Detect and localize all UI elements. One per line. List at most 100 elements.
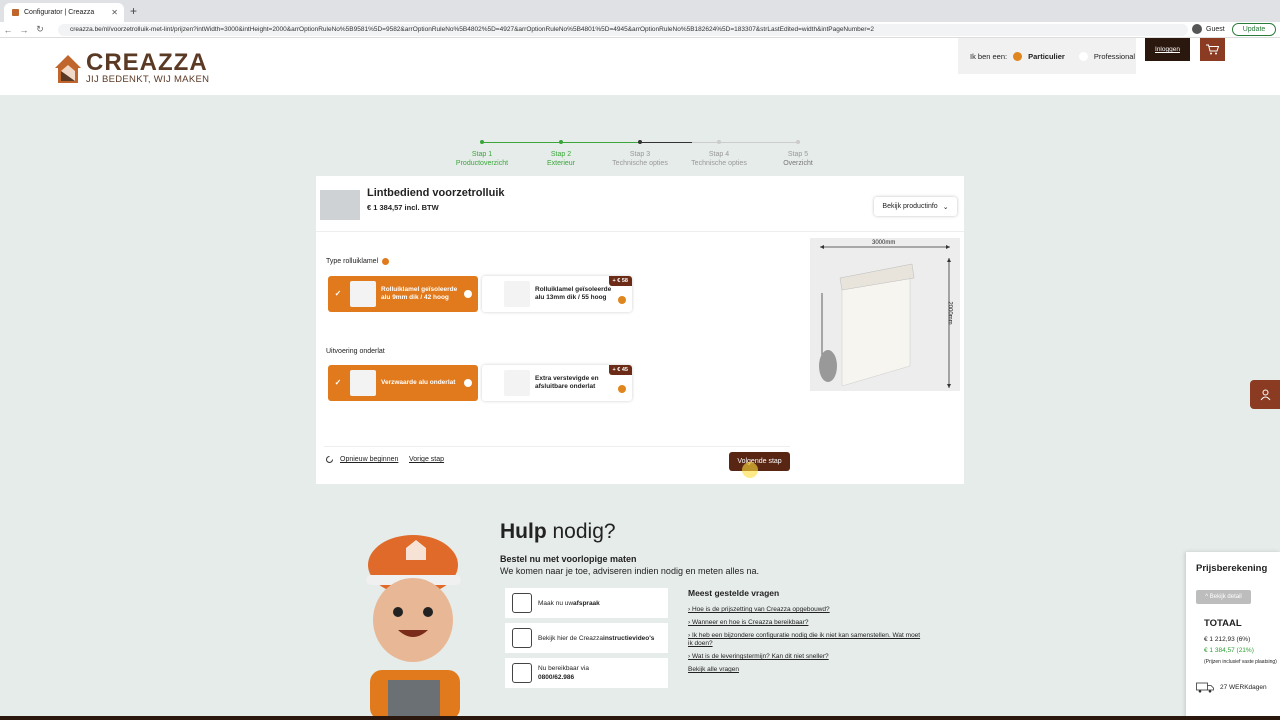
phone-icon (512, 663, 532, 683)
slat-option-13mm-label: Rolluiklamel geïsoleerde alu 13mm dik / … (535, 286, 612, 301)
user-type-label: Ik ben een: (970, 51, 1008, 61)
help-title: Hulp nodig? (500, 520, 616, 544)
step-2-name: Stap 2 (550, 151, 572, 158)
step-2[interactable]: Stap 2 Exterieur (521, 140, 601, 168)
bottom-rail-label: Uitvoering onderlat (326, 348, 385, 355)
divider (324, 446, 790, 447)
cart-button[interactable] (1200, 38, 1225, 61)
creazza-logo[interactable]: CREAZZA JIJ BEDENKT, WIJ MAKEN (54, 51, 210, 85)
step-1-name: Stap 1 (471, 151, 493, 158)
step-3-name: Stap 3 (629, 151, 651, 158)
step-5-label: Overzicht (783, 160, 813, 167)
faq-title: Meest gestelde vragen (688, 588, 780, 598)
faq-link-text: Hoe is de prijszetting van Creazza opgeb… (691, 606, 830, 613)
faq-link-text: Wat is de leveringstermijn? Kan dit niet… (691, 653, 829, 660)
all-faqs-link[interactable]: Bekijk alle vragen (688, 666, 739, 673)
faq-link[interactable]: › Wat is de leveringstermijn? Kan dit ni… (688, 653, 923, 661)
slat-option-13mm[interactable]: Rolluiklamel geïsoleerde alu 13mm dik / … (482, 276, 632, 312)
url-field[interactable]: creazza.be/nl/voorzetrolluik-met-lint/pr… (58, 24, 1188, 36)
particulier-radio-icon[interactable] (1013, 51, 1023, 61)
tab-title: Configurator | Creazza (24, 9, 95, 16)
help-title-bold: Hulp (500, 520, 547, 543)
video-box[interactable]: Bekijk hier de Creazza instructievideo's (505, 623, 668, 653)
configurator-card: Lintbediend voorzetrolluik € 1 384,57 in… (316, 176, 964, 484)
person-icon (1260, 389, 1270, 400)
profile-label: Guest (1206, 25, 1225, 33)
step-1[interactable]: Stap 1 Productoverzicht (442, 140, 522, 168)
next-step-button[interactable]: Volgende stap (729, 452, 790, 471)
professional-radio-icon[interactable] (1078, 51, 1088, 61)
bottom-rail-heading: Uitvoering onderlat (326, 348, 385, 355)
reload-icon[interactable]: ↻ (32, 24, 48, 35)
user-type-selector: Ik ben een: Particulier Professional (958, 38, 1136, 74)
update-button[interactable]: Update (1232, 23, 1276, 36)
step-4-name: Stap 4 (708, 151, 730, 158)
info-icon[interactable] (618, 385, 626, 393)
new-tab-button[interactable]: + (130, 4, 137, 18)
step-5[interactable]: Stap 5 Overzicht (758, 140, 838, 168)
price-calculation-panel: Prijsberekening ^ Bekijk detail TOTAAL €… (1186, 552, 1280, 720)
refresh-icon (326, 456, 333, 463)
check-icon: ✓ (334, 378, 342, 387)
faq-link[interactable]: › Wanneer en hoe is Creazza bereikbaar? (688, 619, 923, 627)
video-prefix: Bekijk hier de Creazza (538, 634, 604, 642)
step-progress: Stap 1 Productoverzicht Stap 2 Exterieur… (442, 140, 838, 170)
previous-step-link[interactable]: Vorige stap (409, 456, 444, 463)
price-incl: € 1 384,57 (21%) (1204, 647, 1254, 654)
browser-tab[interactable]: Configurator | Creazza ✕ (4, 3, 124, 22)
favicon-icon (12, 9, 19, 16)
user-type-professional[interactable]: Professional (1094, 52, 1135, 61)
faq-link[interactable]: › Ik heb een bijzondere configuratie nod… (688, 632, 923, 648)
check-icon: ✓ (334, 289, 342, 298)
contact-side-tab[interactable] (1250, 380, 1280, 409)
phone-prefix: Nu bereikbaar via (538, 665, 589, 672)
price-excl: € 1 212,93 (6%) (1204, 636, 1251, 643)
video-bold: instructievideo's (603, 634, 655, 642)
rail-option-lockable[interactable]: Extra verstevigde en afsluitbare onderla… (482, 365, 632, 401)
login-button[interactable]: Inloggen (1145, 38, 1190, 61)
user-type-particulier[interactable]: Particulier (1028, 52, 1065, 61)
rail-option-weighted[interactable]: ✓ Verzwaarde alu onderlat (328, 365, 478, 401)
product-dimension-drawing: 3000mm 2000mm (810, 238, 960, 391)
step-3[interactable]: Stap 3 Technische opties (600, 140, 680, 168)
product-info-label: Bekijk productinfo (882, 203, 938, 210)
phone-box[interactable]: Nu bereikbaar via 0800/62.986 (505, 658, 668, 688)
appointment-prefix: Maak nu uw (538, 599, 574, 607)
appointment-bold: afspraak (573, 599, 600, 607)
width-label: 3000mm (872, 240, 896, 246)
view-detail-button[interactable]: ^ Bekijk detail (1196, 590, 1251, 604)
rail-option-weighted-label: Verzwaarde alu onderlat (381, 379, 456, 386)
appointment-box[interactable]: Maak nu uw afspraak (505, 588, 668, 618)
restart-link[interactable]: Opnieuw beginnen (325, 455, 398, 464)
step-5-name: Stap 5 (787, 151, 809, 158)
forward-icon[interactable]: → (16, 25, 32, 35)
info-icon[interactable] (464, 379, 472, 387)
price-panel-title: Prijsberekening (1196, 563, 1268, 574)
price-note: (Prijzen inclusief vaste plaatsing) (1204, 659, 1277, 665)
divider (316, 231, 964, 232)
truck-icon (1196, 682, 1214, 693)
slat-option-9mm[interactable]: ✓ Rolluiklamel geïsoleerde alu 9mm dik /… (328, 276, 478, 312)
browser-tab-bar: Configurator | Creazza ✕ + (0, 0, 1280, 22)
profile-button[interactable]: Guest (1192, 24, 1225, 34)
rail-lockable-image (504, 370, 530, 396)
logo-tagline: JIJ BEDENKT, WIJ MAKEN (86, 74, 210, 85)
faq-link-text: Ik heb een bijzondere configuratie nodig… (688, 632, 921, 647)
faq-link[interactable]: › Hoe is de prijszetting van Creazza opg… (688, 606, 923, 614)
restart-label: Opnieuw beginnen (340, 456, 399, 463)
close-tab-icon[interactable]: ✕ (111, 8, 118, 17)
price-tag-badge: + € 58 (608, 276, 632, 286)
back-icon[interactable]: ← (0, 25, 16, 35)
step-4[interactable]: Stap 4 Technische opties (679, 140, 759, 168)
info-icon[interactable] (382, 258, 390, 265)
play-video-icon (512, 628, 532, 648)
info-icon[interactable] (618, 296, 626, 304)
product-title: Lintbediend voorzetrolluik (367, 187, 505, 199)
faq-link-text: Wanneer en hoe is Creazza bereikbaar? (691, 619, 809, 626)
info-icon[interactable] (464, 290, 472, 298)
product-price: € 1 384,57 incl. BTW (367, 203, 439, 212)
logo-house-icon (55, 54, 81, 83)
product-info-button[interactable]: Bekijk productinfo ⌄ (874, 197, 957, 216)
help-subtitle-2: We komen naar je toe, adviseren indien n… (500, 566, 759, 576)
rail-weighted-image (350, 370, 376, 396)
